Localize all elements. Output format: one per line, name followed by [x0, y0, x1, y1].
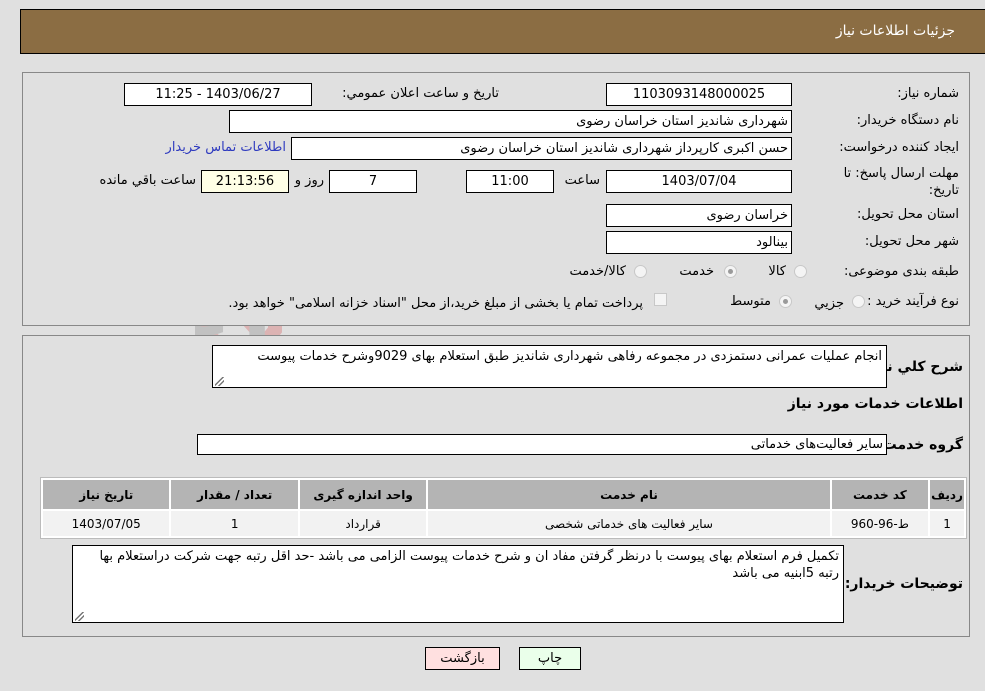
- cell-quantity: 1: [171, 511, 298, 536]
- deadline-label: مهلت ارسال پاسخ: تا تاریخ:: [843, 166, 959, 198]
- days-label: روز و: [294, 173, 324, 188]
- print-button[interactable]: چاپ: [519, 647, 581, 670]
- category-goods-service-radio[interactable]: [634, 265, 647, 278]
- col-service-name: نام خدمت: [428, 480, 830, 509]
- need-details-panel: شرح کلي نياز: انجام عملیات عمرانی دستمزد…: [22, 335, 970, 637]
- description-textarea[interactable]: انجام عملیات عمرانی دستمزدی در مجموعه رف…: [212, 345, 887, 388]
- time-remaining-label: ساعت باقي مانده: [99, 173, 196, 188]
- services-table: رديف کد خدمت نام خدمت واحد اندازه گیری ت…: [40, 477, 967, 539]
- page-title: جزئیات اطلاعات نیاز: [835, 23, 955, 39]
- services-heading: اطلاعات خدمات مورد نیاز: [787, 396, 963, 412]
- announce-datetime-field[interactable]: 1403/06/27 - 11:25: [124, 83, 312, 106]
- buyer-notes-textarea[interactable]: تکمیل فرم استعلام بهای پیوست با درنظر گر…: [72, 545, 844, 623]
- cell-row-number: 1: [930, 511, 964, 536]
- need-number-label: شماره نیاز:: [897, 86, 959, 101]
- purchase-type-label: نوع فرآیند خرید :: [867, 294, 959, 309]
- description-text: انجام عملیات عمرانی دستمزدی در مجموعه رف…: [257, 349, 882, 364]
- delivery-city-field[interactable]: بینالود: [606, 231, 792, 254]
- purchase-type-medium-label: متوسط: [730, 294, 771, 309]
- announce-datetime-label: تاریخ و ساعت اعلان عمومي:: [342, 86, 499, 101]
- category-goods-service-label: کالا/خدمت: [569, 264, 626, 279]
- delivery-province-field[interactable]: خراسان رضوی: [606, 204, 792, 227]
- buyer-org-field[interactable]: شهرداری شاندیز استان خراسان رضوی: [229, 110, 792, 133]
- purchase-type-minor-radio[interactable]: [852, 295, 865, 308]
- treasury-checkbox[interactable]: [654, 293, 667, 306]
- cell-service-code: ط-96-960: [831, 511, 929, 536]
- cell-service-name: سایر فعالیت های خدماتی شخصی: [428, 511, 830, 536]
- col-unit: واحد اندازه گیری: [299, 480, 427, 509]
- need-info-panel: شماره نیاز: 1103093148000025 تاریخ و ساع…: [22, 72, 970, 326]
- buyer-contact-link[interactable]: اطلاعات تماس خریدار: [166, 140, 286, 155]
- time-remaining-field: 21:13:56: [201, 170, 289, 193]
- category-service-radio[interactable]: [724, 265, 737, 278]
- treasury-checkbox-label: پرداخت تمام یا بخشی از مبلغ خرید،از محل …: [228, 296, 643, 311]
- delivery-province-label: استان محل تحویل:: [857, 207, 959, 222]
- delivery-city-label: شهر محل تحویل:: [864, 234, 959, 249]
- table-header-row: رديف کد خدمت نام خدمت واحد اندازه گیری ت…: [43, 480, 964, 509]
- resize-grip-icon[interactable]: [75, 612, 84, 621]
- buyer-notes-label: توضیحات خریدار:: [844, 576, 963, 592]
- service-group-label: گروه خدمت:: [877, 437, 963, 453]
- deadline-time-label: ساعت: [564, 173, 600, 188]
- col-quantity: تعداد / مقدار: [171, 480, 298, 509]
- days-remaining-field[interactable]: 7: [329, 170, 417, 193]
- resize-grip-icon[interactable]: [215, 377, 224, 386]
- category-service-label: خدمت: [679, 264, 714, 279]
- need-number-field[interactable]: 1103093148000025: [606, 83, 792, 106]
- category-goods-label: کالا: [768, 264, 786, 279]
- buyer-org-label: نام دستگاه خريدار:: [856, 113, 959, 128]
- deadline-date-field[interactable]: 1403/07/04: [606, 170, 792, 193]
- service-group-field[interactable]: سایر فعالیت‌های خدماتی: [197, 434, 887, 455]
- back-button[interactable]: بازگشت: [425, 647, 500, 670]
- purchase-type-minor-label: جزيي: [814, 296, 844, 311]
- purchase-type-medium-radio[interactable]: [779, 295, 792, 308]
- requester-field[interactable]: حسن اکبری کارپرداز شهرداری شاندیز استان …: [291, 137, 792, 160]
- category-goods-radio[interactable]: [794, 265, 807, 278]
- requester-label: ايجاد کننده درخواست:: [839, 140, 959, 155]
- col-need-date: تاریخ نیاز: [43, 480, 170, 509]
- table-row: 1 ط-96-960 سایر فعالیت های خدماتی شخصی ق…: [43, 511, 964, 536]
- deadline-time-field[interactable]: 11:00: [466, 170, 554, 193]
- col-row-number: رديف: [930, 480, 964, 509]
- buyer-notes-text: تکمیل فرم استعلام بهای پیوست با درنظر گر…: [99, 549, 839, 581]
- category-label: طبقه بندی موضوعی:: [843, 264, 959, 279]
- col-service-code: کد خدمت: [831, 480, 929, 509]
- cell-need-date: 1403/07/05: [43, 511, 170, 536]
- page-header: جزئیات اطلاعات نیاز: [20, 9, 985, 54]
- cell-unit: قرارداد: [299, 511, 427, 536]
